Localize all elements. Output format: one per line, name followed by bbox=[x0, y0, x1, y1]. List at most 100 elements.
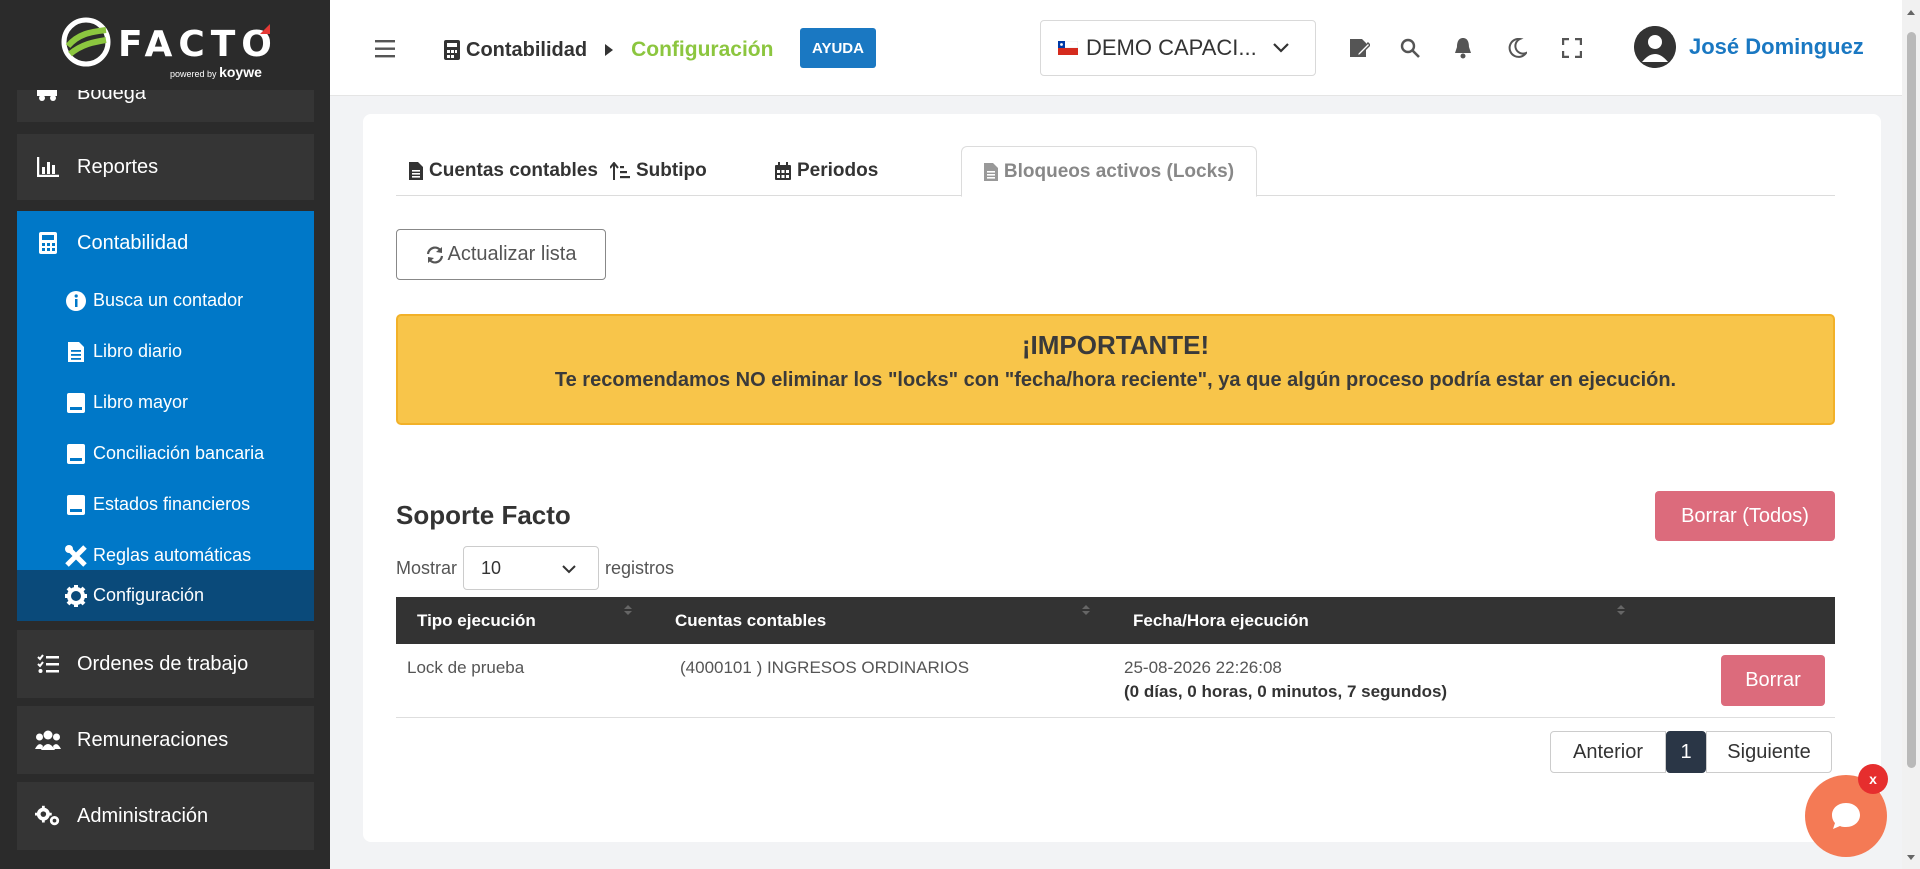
sidebar-item-label: Reglas automáticas bbox=[93, 545, 252, 565]
caret-right-icon bbox=[605, 44, 614, 56]
sidebar-item-label: Libro diario bbox=[93, 341, 183, 361]
tasks-icon bbox=[35, 651, 61, 677]
sort-icon bbox=[610, 162, 630, 180]
chevron-down-icon bbox=[562, 565, 576, 574]
column-header-tipo[interactable]: Tipo ejecución bbox=[396, 597, 654, 644]
main-card: Cuentas contables Subtipo Periodos Bloqu… bbox=[363, 114, 1881, 842]
scroll-up-icon[interactable] bbox=[1902, 6, 1920, 18]
sidebar-item-estados-financieros[interactable]: Estados financieros bbox=[17, 479, 314, 530]
lock-datetime: 25-08-2026 22:26:08 bbox=[1124, 658, 1282, 677]
file-icon bbox=[65, 341, 87, 363]
page-scrollbar[interactable] bbox=[1902, 0, 1920, 869]
info-icon bbox=[65, 290, 87, 312]
scrollbar-thumb[interactable] bbox=[1907, 32, 1916, 768]
gears-icon bbox=[35, 803, 61, 829]
brand-name: FACTO bbox=[118, 24, 278, 65]
tab-bar: Cuentas contables Subtipo Periodos Bloqu… bbox=[396, 146, 1835, 197]
sidebar-item-remuneraciones[interactable]: Remuneraciones bbox=[17, 706, 314, 774]
sidebar-item-label: Administración bbox=[77, 804, 209, 827]
moon-icon[interactable] bbox=[1505, 36, 1529, 60]
sidebar-item-conciliacion[interactable]: Conciliación bancaria bbox=[17, 428, 314, 479]
sort-icon bbox=[1617, 605, 1625, 615]
sidebar-item-configuracion[interactable]: Configuración bbox=[17, 570, 314, 621]
table-header-row: Tipo ejecución Cuentas contables Fecha/H… bbox=[396, 597, 1835, 644]
file-icon bbox=[409, 162, 423, 180]
pagination-previous[interactable]: Anterior bbox=[1550, 731, 1666, 773]
avatar[interactable] bbox=[1634, 26, 1676, 68]
sidebar-item-administracion[interactable]: Administración bbox=[17, 782, 314, 850]
sidebar-item-label: Reportes bbox=[77, 155, 159, 178]
sidebar-item-libro-diario[interactable]: Libro diario bbox=[17, 326, 314, 377]
bell-icon[interactable] bbox=[1451, 36, 1475, 60]
column-header-fecha[interactable]: Fecha/Hora ejecución bbox=[1112, 597, 1647, 644]
locks-table: Tipo ejecución Cuentas contables Fecha/H… bbox=[396, 597, 1835, 718]
tab-label: Cuentas contables bbox=[429, 160, 598, 181]
help-button[interactable]: AYUDA bbox=[800, 28, 876, 68]
user-name[interactable]: José Dominguez bbox=[1689, 34, 1864, 60]
company-name: DEMO CAPACI... bbox=[1086, 35, 1257, 60]
scroll-down-icon[interactable] bbox=[1902, 852, 1920, 864]
fullscreen-icon[interactable] bbox=[1560, 36, 1584, 60]
page-length-select[interactable]: 10 bbox=[463, 546, 600, 590]
brand-accent-mark bbox=[260, 24, 270, 34]
chat-close-button[interactable]: x bbox=[1858, 764, 1888, 794]
page-length-value: 10 bbox=[481, 557, 502, 578]
sidebar-item-label: Ordenes de trabajo bbox=[77, 652, 249, 675]
column-header-actions bbox=[1647, 597, 1835, 644]
book-icon bbox=[65, 392, 87, 414]
menu-toggle-icon[interactable] bbox=[375, 40, 395, 58]
length-suffix: registros bbox=[605, 557, 675, 578]
refresh-list-button[interactable]: Actualizar lista bbox=[396, 229, 606, 280]
alert-title: ¡IMPORTANTE! bbox=[1021, 330, 1210, 360]
sidebar-item-ordenes[interactable]: Ordenes de trabajo bbox=[17, 630, 314, 698]
gear-icon bbox=[65, 584, 87, 607]
brand-powered: powered by koywe bbox=[170, 64, 262, 80]
sort-icon bbox=[624, 605, 632, 615]
calendar-icon bbox=[775, 162, 791, 180]
chat-bubble-icon bbox=[1832, 803, 1860, 829]
tab-label: Bloqueos activos (Locks) bbox=[1003, 160, 1235, 182]
sidebar-item-label: Remuneraciones bbox=[77, 728, 229, 751]
facto-logo-icon bbox=[61, 17, 111, 67]
table-row: Lock de prueba (4000101 ) INGRESOS ORDIN… bbox=[396, 644, 1835, 718]
logo[interactable]: FACTO powered by koywe bbox=[0, 0, 330, 90]
sidebar: Bodega FACTO powered by koywe Reportes C… bbox=[0, 0, 330, 869]
edit-document-icon[interactable] bbox=[1347, 36, 1371, 60]
pagination-page[interactable]: 1 bbox=[1666, 731, 1706, 773]
company-selector[interactable]: DEMO CAPACI... bbox=[1040, 20, 1316, 76]
cell-fecha: 25-08-2026 22:26:08 (0 días, 0 horas, 0 … bbox=[1112, 644, 1647, 718]
delete-all-button[interactable]: Borrar (Todos) bbox=[1655, 491, 1835, 541]
breadcrumb: Contabilidad Configuración bbox=[444, 38, 773, 62]
sidebar-item-contabilidad[interactable]: Contabilidad bbox=[17, 211, 314, 275]
column-header-cuentas[interactable]: Cuentas contables bbox=[654, 597, 1112, 644]
cell-tipo: Lock de prueba bbox=[396, 644, 654, 718]
refresh-label: Actualizar lista bbox=[447, 243, 577, 265]
alert-text: Te recomendamos NO eliminar los "locks" … bbox=[554, 369, 1677, 391]
lock-elapsed: (0 días, 0 horas, 0 minutos, 7 segundos) bbox=[1124, 682, 1448, 701]
chile-flag-icon bbox=[1058, 41, 1078, 55]
tab-cuentas-contables[interactable]: Cuentas contables bbox=[409, 146, 598, 196]
cell-actions: Borrar bbox=[1647, 644, 1835, 718]
delete-lock-button[interactable]: Borrar bbox=[1721, 655, 1825, 706]
calculator-icon bbox=[444, 40, 460, 60]
cell-cuentas: (4000101 ) INGRESOS ORDINARIOS bbox=[654, 644, 1112, 718]
tab-label: Subtipo bbox=[636, 160, 707, 181]
tab-subtipo[interactable]: Subtipo bbox=[610, 146, 707, 196]
chart-icon bbox=[35, 154, 61, 180]
tab-bloqueos-activos[interactable]: Bloqueos activos (Locks) bbox=[961, 146, 1257, 197]
pagination-next[interactable]: Siguiente bbox=[1706, 731, 1832, 773]
tab-label: Periodos bbox=[797, 160, 879, 181]
brand-partner: koywe bbox=[219, 64, 262, 80]
book-icon bbox=[65, 443, 87, 465]
tools-icon bbox=[65, 544, 87, 567]
sidebar-group-label: Contabilidad bbox=[77, 231, 189, 254]
breadcrumb-parent[interactable]: Contabilidad bbox=[466, 39, 587, 62]
search-icon[interactable] bbox=[1398, 36, 1422, 60]
section-title: Soporte Facto bbox=[396, 500, 571, 530]
length-prefix: Mostrar bbox=[396, 557, 458, 578]
tab-periodos[interactable]: Periodos bbox=[775, 146, 878, 196]
sidebar-item-busca-contador[interactable]: Busca un contador bbox=[17, 275, 314, 326]
breadcrumb-current: Configuración bbox=[631, 38, 774, 61]
sidebar-item-libro-mayor[interactable]: Libro mayor bbox=[17, 377, 314, 428]
sidebar-item-reportes[interactable]: Reportes bbox=[17, 134, 314, 200]
